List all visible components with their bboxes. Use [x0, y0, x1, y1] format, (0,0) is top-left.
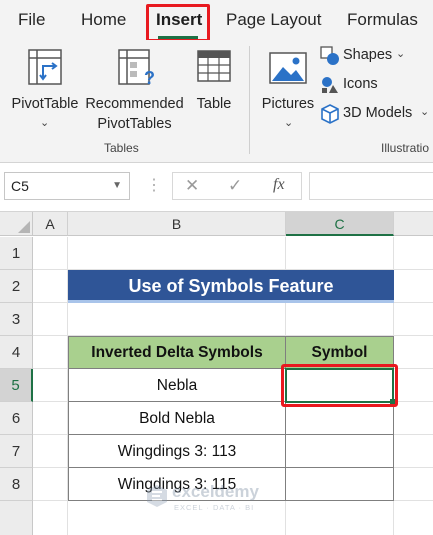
row-header-3[interactable]: 3 [0, 303, 33, 336]
illustrations-group-label: Illustratio [381, 141, 430, 155]
table-cell-symbol[interactable] [285, 467, 394, 501]
row-header-5[interactable]: 5 [0, 369, 33, 402]
column-header-b[interactable]: B [68, 212, 286, 236]
header-inverted-delta-symbols[interactable]: Inverted Delta Symbols [68, 336, 286, 369]
name-box-value: C5 [11, 178, 29, 194]
more-options-icon: ⋮ [146, 177, 162, 194]
table-cell-name[interactable]: Wingdings 3: 113 [68, 434, 286, 468]
name-box[interactable]: C5 ▼ [4, 172, 130, 200]
chevron-down-icon: ⌄ [396, 48, 406, 60]
row-header-7[interactable]: 7 [0, 435, 33, 468]
row-header-9[interactable] [0, 501, 33, 535]
column-header-d[interactable] [394, 212, 433, 236]
pictures-button[interactable]: Pictures ⌄ [258, 46, 318, 136]
watermark-text: exceldemy [172, 482, 259, 501]
table-icon [197, 50, 231, 82]
chevron-down-icon[interactable]: ▼ [112, 180, 122, 191]
ribbon: PivotTable ⌄ ? Recommended PivotTables T… [0, 40, 433, 163]
pivottable-icon [28, 49, 62, 85]
tables-group-label: Tables [104, 141, 139, 155]
column-header-a[interactable]: A [33, 212, 68, 236]
formula-buttons: ✕ ✓ fx [172, 172, 302, 200]
row-header-6[interactable]: 6 [0, 402, 33, 435]
enter-icon[interactable]: ✓ [228, 176, 242, 196]
ribbon-tab-bar: File Home Insert Page Layout Formulas [0, 0, 433, 42]
c5-highlight-box [281, 364, 398, 407]
3d-models-label: 3D Models [343, 105, 413, 121]
row-header-4[interactable]: 4 [0, 336, 33, 369]
pivottable-button[interactable]: PivotTable ⌄ [10, 46, 80, 136]
pictures-label: Pictures [261, 96, 315, 112]
tab-formulas[interactable]: Formulas [347, 10, 418, 30]
cancel-icon[interactable]: ✕ [185, 176, 199, 196]
table-cell-name[interactable]: Nebla [68, 368, 286, 402]
shapes-button[interactable]: Shapes ⌄ [318, 45, 433, 67]
watermark-subtext: EXCEL · DATA · BI [174, 503, 255, 512]
shapes-icon [320, 46, 339, 65]
pivottable-label: PivotTable [11, 96, 79, 112]
row-header-1[interactable]: 1 [0, 237, 33, 270]
select-all-icon [18, 221, 30, 233]
icons-button[interactable]: Icons [318, 74, 433, 96]
sheet-title[interactable]: Use of Symbols Feature [68, 270, 394, 303]
row-header-8[interactable]: 8 [0, 468, 33, 501]
column-header-c[interactable]: C [286, 212, 394, 236]
pictures-icon [269, 52, 307, 84]
chevron-down-icon: ⌄ [420, 106, 430, 118]
chevron-down-icon: ⌄ [40, 117, 50, 129]
shapes-label: Shapes [343, 47, 393, 63]
recommended-pivottables-icon: ? [118, 49, 155, 86]
table-label: Table [196, 96, 232, 112]
exceldemy-watermark: exceldemy EXCEL · DATA · BI [146, 482, 296, 518]
tab-home[interactable]: Home [81, 10, 126, 30]
icons-label: Icons [343, 76, 378, 92]
tab-page-layout[interactable]: Page Layout [226, 10, 321, 30]
row-header-2[interactable]: 2 [0, 270, 33, 303]
3d-models-button[interactable]: 3D Models ⌄ [318, 103, 433, 125]
tab-file[interactable]: File [18, 10, 45, 30]
formula-input[interactable] [309, 172, 433, 200]
group-separator [249, 46, 250, 154]
recommended-label-line1: Recommended [85, 96, 184, 112]
recommended-pivottables-button[interactable]: ? Recommended PivotTables [83, 46, 186, 136]
svg-text:?: ? [144, 68, 155, 86]
chevron-down-icon: ⌄ [284, 117, 294, 129]
icons-icon [322, 77, 338, 93]
select-all-corner[interactable] [0, 212, 33, 236]
table-cell-name[interactable]: Bold Nebla [68, 401, 286, 435]
formula-bar: C5 ▼ ⋮ ✕ ✓ fx [0, 163, 433, 212]
exceldemy-logo-icon [147, 485, 167, 507]
table-button[interactable]: Table [192, 46, 236, 136]
insert-function-icon[interactable]: fx [273, 176, 285, 194]
table-cell-symbol[interactable] [285, 434, 394, 468]
recommended-label-line2: PivotTables [97, 116, 172, 132]
cube-icon [321, 104, 339, 124]
insert-tab-highlight-box [146, 4, 210, 42]
